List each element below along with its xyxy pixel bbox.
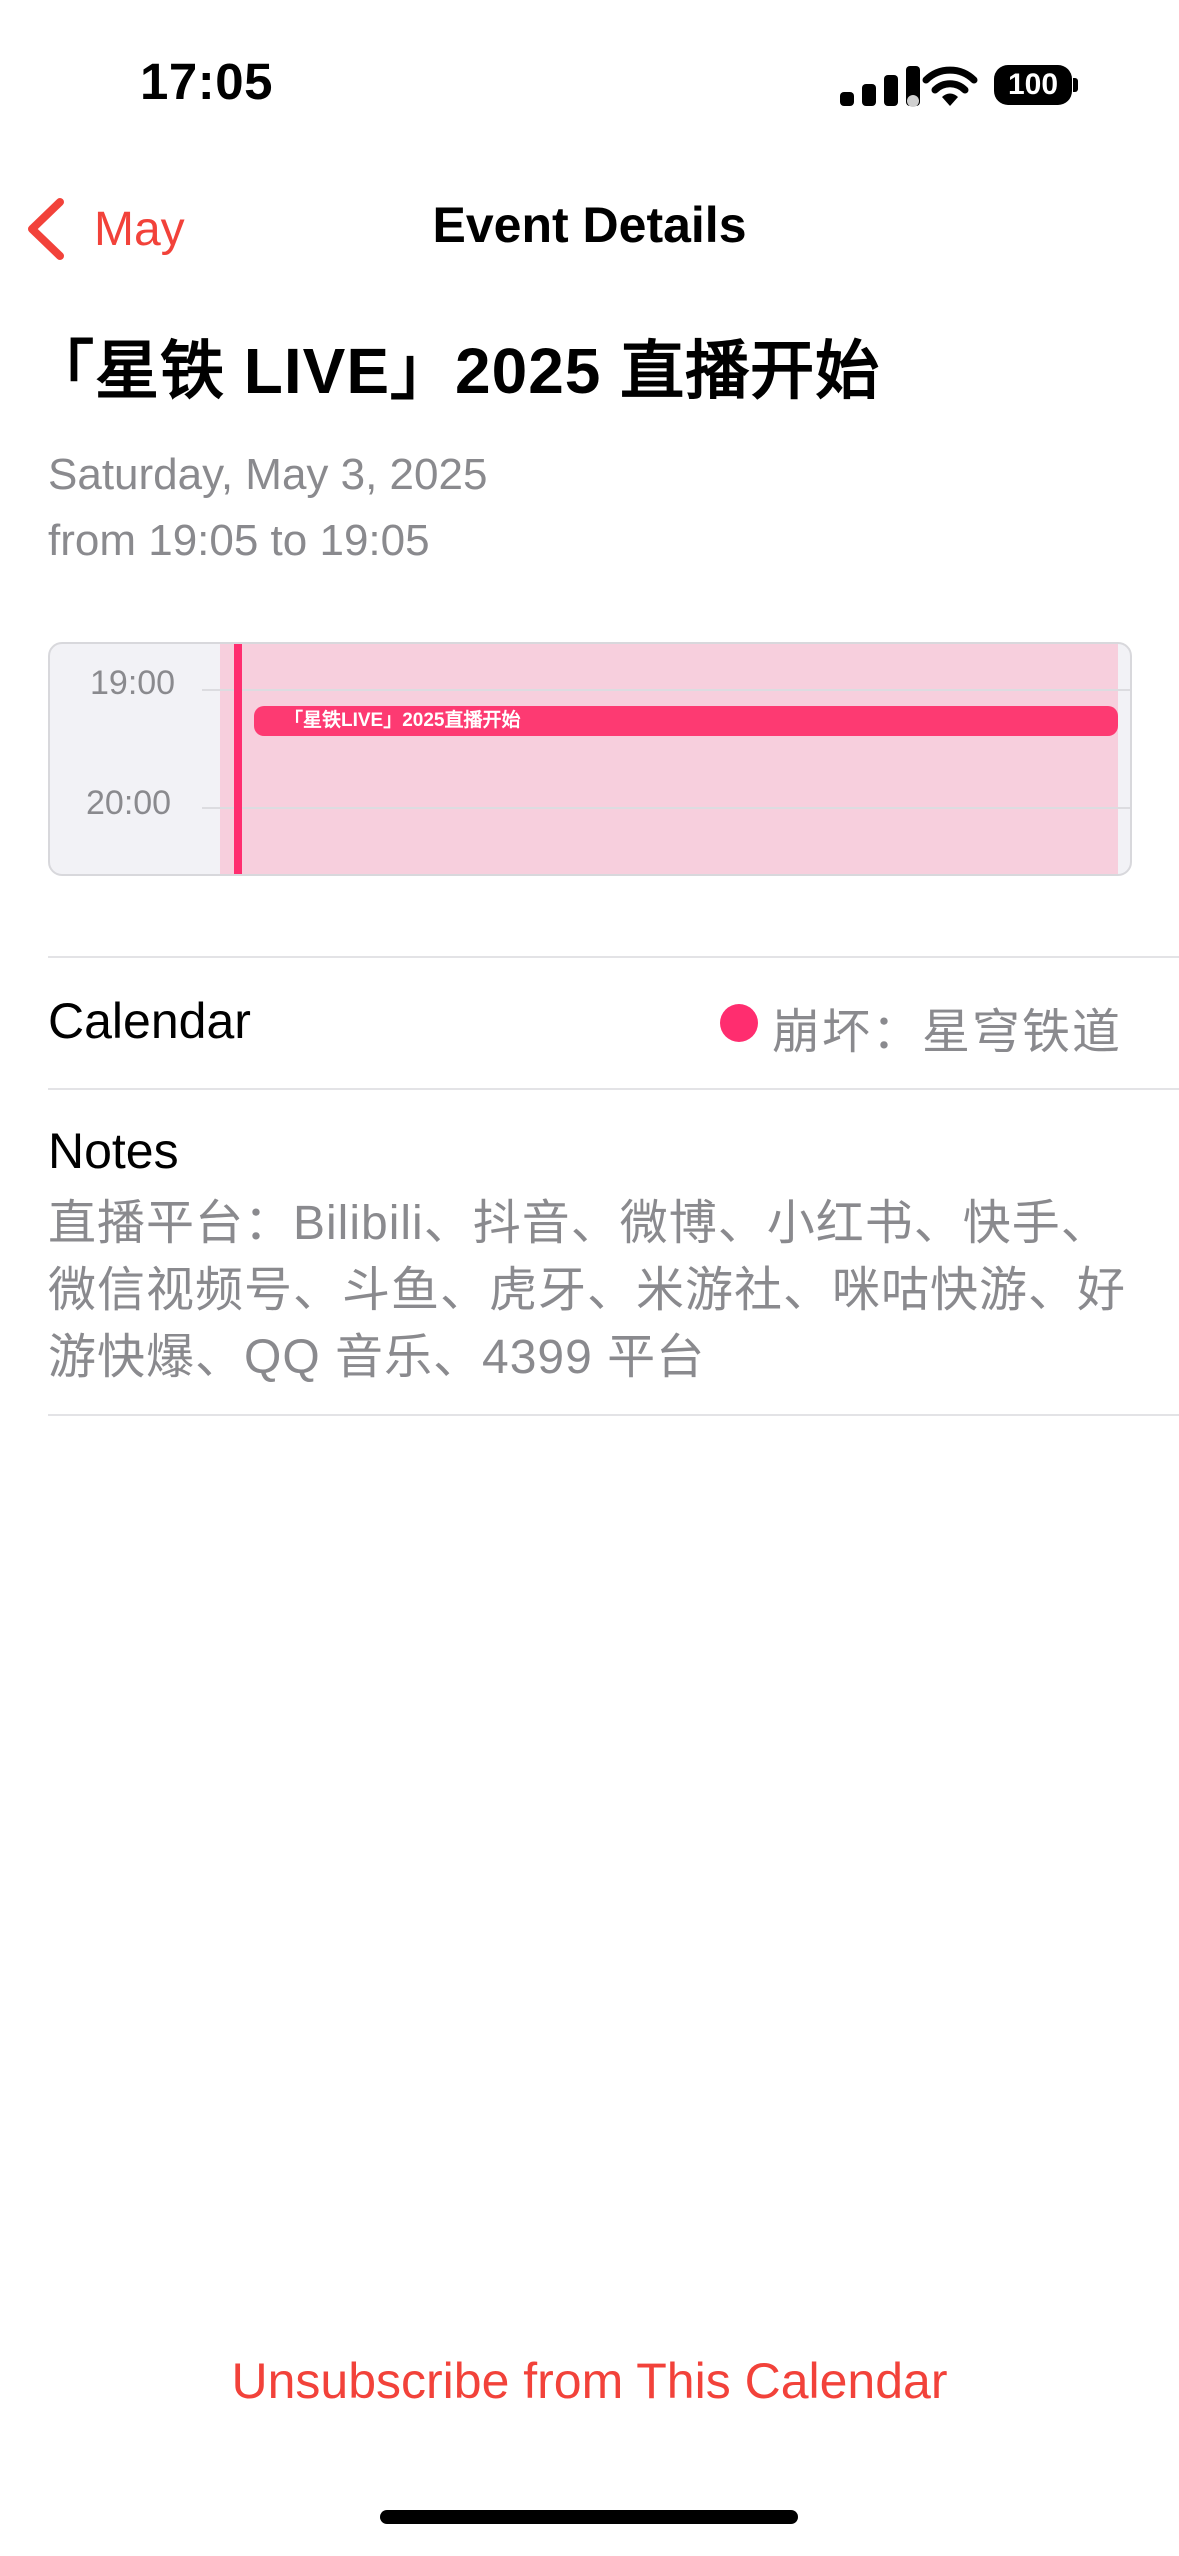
event-title: 「星铁 LIVE」2025 直播开始	[30, 335, 881, 407]
hour-gridline	[202, 689, 1130, 691]
cellular-signal-icon	[840, 66, 920, 107]
timeline-event-block[interactable]: 「星铁LIVE」2025直播开始	[254, 706, 1118, 736]
wifi-icon	[922, 66, 978, 106]
divider	[48, 1414, 1179, 1416]
battery-icon: 100	[994, 65, 1072, 105]
notes-label: Notes	[48, 1123, 179, 1179]
hour-label: 20:00	[86, 784, 172, 822]
event-highlight	[220, 644, 1118, 874]
notes-text: 直播平台：Bilibili、抖音、微博、小红书、快手、微信视频号、斗鱼、虎牙、米…	[48, 1197, 1127, 1384]
battery-tip	[1073, 78, 1078, 92]
unsubscribe-button[interactable]: Unsubscribe from This Calendar	[0, 2352, 1179, 2410]
day-timeline-preview[interactable]: 19:00 20:00 「星铁LIVE」2025直播开始	[48, 642, 1132, 876]
home-indicator[interactable]	[380, 2510, 798, 2524]
hour-label: 19:00	[90, 664, 176, 702]
divider	[48, 956, 1179, 958]
page-title: Event Details	[432, 197, 747, 253]
calendar-color-dot	[720, 1004, 758, 1042]
calendar-name: 崩坏：星穹铁道	[772, 1006, 1123, 1059]
status-time: 17:05	[140, 53, 273, 110]
hour-gridline	[202, 807, 1130, 809]
calendar-label: Calendar	[48, 993, 251, 1049]
event-date: Saturday, May 3, 2025	[48, 450, 488, 499]
event-color-bar	[234, 644, 242, 874]
event-time-range: from 19:05 to 19:05	[48, 516, 430, 565]
divider	[48, 1088, 1179, 1090]
